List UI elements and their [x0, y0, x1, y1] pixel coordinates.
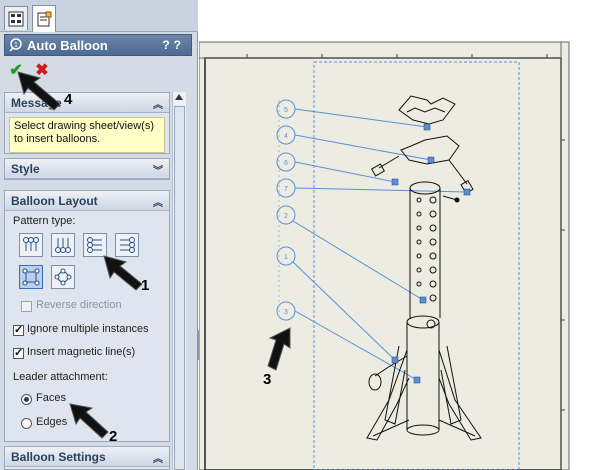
annotation-overlay: [17, 71, 291, 439]
callout-arrow-1: [103, 255, 143, 291]
callout-number-3: 3: [263, 371, 272, 388]
callout-arrow-3: [267, 327, 291, 371]
callout-number-2: 2: [109, 428, 118, 445]
callout-arrow-2: [69, 403, 109, 439]
callout-number-4: 4: [64, 91, 73, 108]
callout-number-1: 1: [141, 277, 150, 294]
callout-arrow-4: [17, 71, 61, 111]
